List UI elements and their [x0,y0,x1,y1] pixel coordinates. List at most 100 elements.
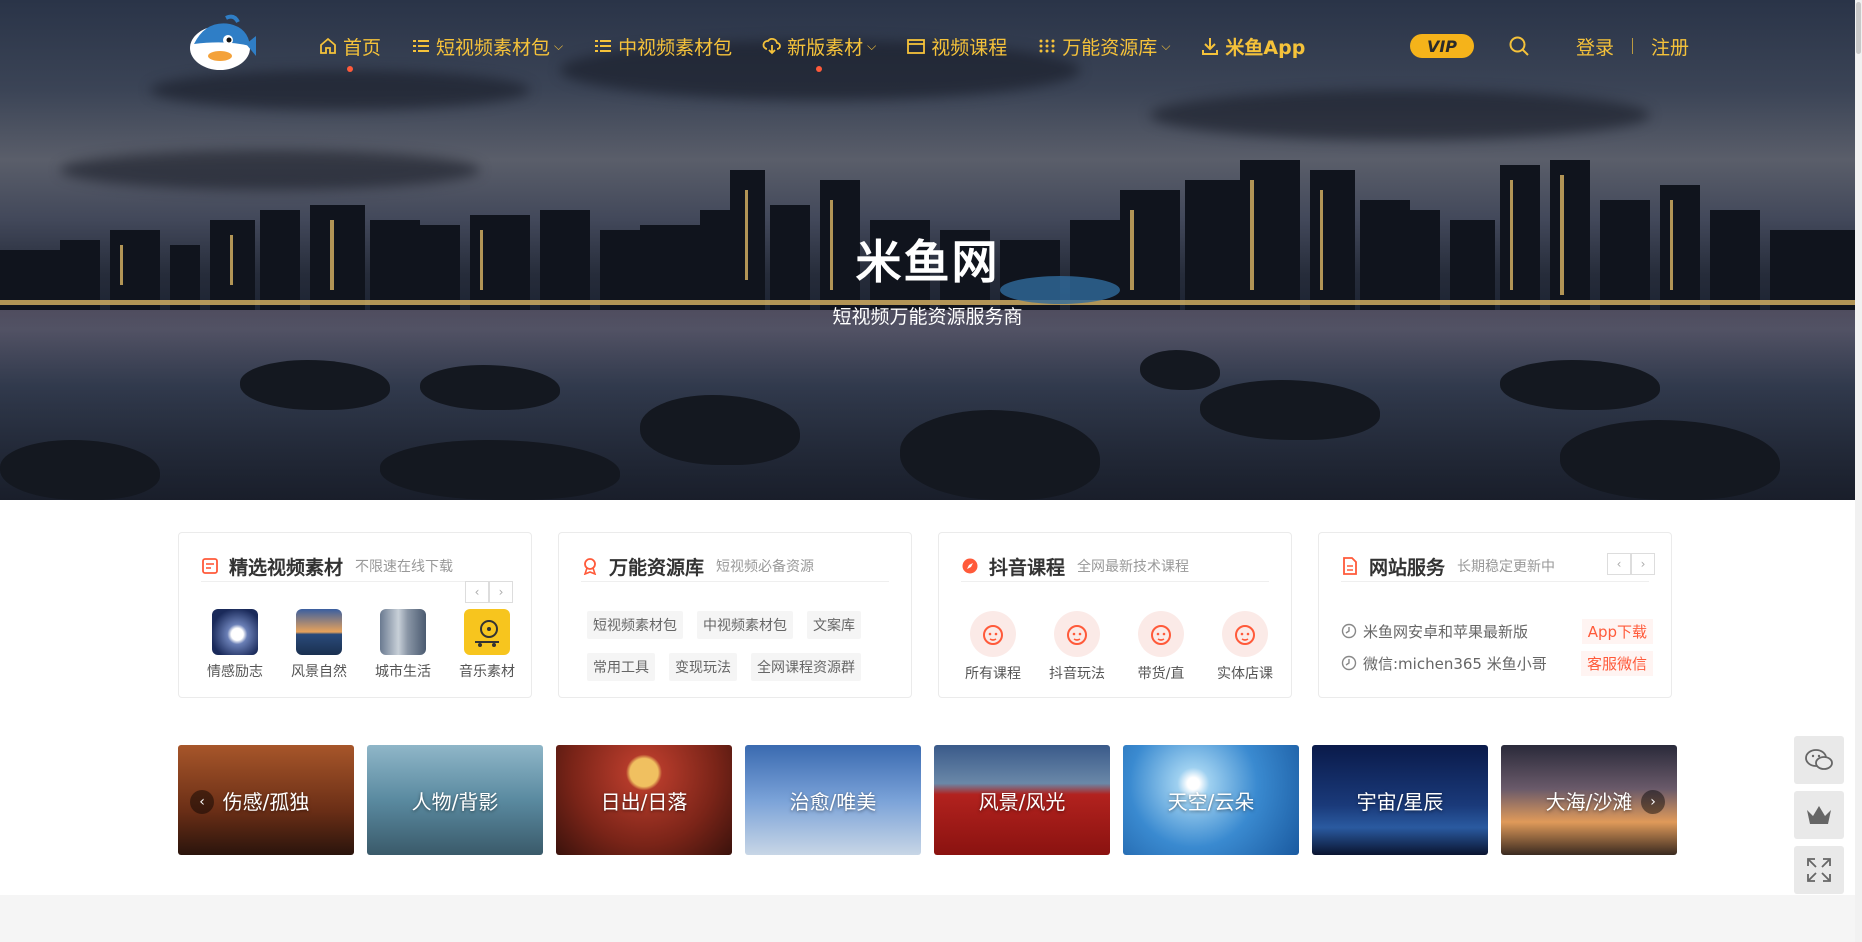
site-logo[interactable] [186,14,258,74]
resource-tag[interactable]: 全网课程资源群 [751,653,861,681]
emotion-thumbnail [212,609,258,655]
wechat-icon [1805,749,1833,770]
hero-subtitle: 短视频万能资源服务商 [832,306,1023,328]
category-tile[interactable]: 天空/云朵 [1123,745,1299,855]
nav-mid-video-label: 中视频素材包 [618,36,733,59]
grid-icon [1039,39,1055,53]
nav-resource-library-label: 万能资源库 [1062,36,1158,59]
film-reel-icon [475,620,499,647]
nav-app[interactable]: 米鱼App [1200,33,1305,60]
list-icon [595,40,612,52]
smiley-icon [1235,625,1255,645]
smiley-icon [983,625,1003,645]
nav-video-course-label: 视频课程 [931,36,1008,59]
floating-toolbar [1794,736,1844,901]
nav-mid-video[interactable]: 中视频素材包 [593,33,732,60]
service-row: 米鱼网安卓和苹果最新版 App下载 [1341,615,1653,647]
clock-icon [1341,623,1357,639]
nav-app-label: 米鱼App [1225,36,1306,59]
home-icon [320,37,336,54]
nav-video-course[interactable]: 视频课程 [906,33,1007,60]
clock-icon [1341,655,1357,671]
next-arrow-icon[interactable]: › [1631,553,1655,575]
category-tile[interactable]: 宇宙/星辰 [1312,745,1488,855]
city-thumbnail [380,609,426,655]
scrollbar[interactable] [1855,0,1862,942]
nav-resource-library[interactable]: 万能资源库 ⌵ [1037,33,1170,60]
course-item[interactable]: 所有课程 [951,611,1035,683]
video-category-item[interactable]: 情感励志 [193,609,277,681]
award-icon [583,558,597,575]
carousel-prev-icon[interactable]: ‹ [190,790,214,814]
nav-home[interactable]: 首页 [318,33,382,72]
feature-cards: 精选视频素材 不限速在线下载 ‹ › 情感励志 风景自然 城市生活 音乐素材 万… [178,532,1672,698]
card-title: 抖音课程 [989,556,1066,579]
card-resource-library: 万能资源库 短视频必备资源 短视频素材包 中视频素材包 文案库 常用工具 变现玩… [558,532,912,698]
active-dot [346,65,353,72]
top-navbar: 首页 短视频素材包 ⌵ 中视频素材包 新版素材 ⌵ 视频课程 万能资源库 ⌵ 米… [0,0,1855,92]
cloud-download-icon [762,38,781,55]
search-icon[interactable] [1508,35,1530,57]
category-tile[interactable]: 人物/背影 [367,745,543,855]
card-featured-video: 精选视频素材 不限速在线下载 ‹ › 情感励志 风景自然 城市生活 音乐素材 [178,532,532,698]
nav-short-video-label: 短视频素材包 [436,36,551,59]
nav-new-material[interactable]: 新版素材 ⌵ [762,33,877,72]
video-category-item[interactable]: 城市生活 [361,609,445,681]
card-douyin-course: 抖音课程 全网最新技术课程 所有课程 抖音玩法 带货/直 实体店课 [938,532,1292,698]
scrollbar-thumb[interactable] [1856,2,1861,54]
smiley-icon [1067,625,1087,645]
resource-tag[interactable]: 中视频素材包 [697,611,793,639]
category-tile[interactable]: 日出/日落 [556,745,732,855]
course-item[interactable]: 实体店课 [1203,611,1287,683]
resource-tag[interactable]: 短视频素材包 [587,611,683,639]
category-tile[interactable]: 风景/风光 [934,745,1110,855]
video-category-item[interactable]: 风景自然 [277,609,361,681]
card-subtitle: 短视频必备资源 [716,559,815,575]
course-item[interactable]: 带货/直 [1119,611,1203,683]
chevron-down-icon: ⌵ [867,38,877,53]
vip-crown-button[interactable] [1794,791,1844,839]
login-link[interactable]: 登录 [1576,33,1614,60]
chevron-down-icon: ⌵ [1161,38,1171,53]
resource-tag[interactable]: 常用工具 [587,653,655,681]
next-arrow-icon[interactable]: › [489,581,513,603]
fullscreen-icon [1807,858,1831,882]
music-thumbnail [464,609,510,655]
wechat-button[interactable] [1794,736,1844,784]
category-carousel: ‹ 伤感/孤独 人物/背影 日出/日落 治愈/唯美 风景/风光 天空/云朵 宇宙… [178,745,1677,855]
nav-short-video[interactable]: 短视频素材包 ⌵ [411,33,563,60]
compass-icon [962,558,978,574]
carousel-next-icon[interactable]: › [1641,790,1665,814]
card-title: 精选视频素材 [229,556,344,579]
smiley-icon [1151,625,1171,645]
category-tile[interactable]: 大海/沙滩 › [1501,745,1677,855]
course-item[interactable]: 抖音玩法 [1035,611,1119,683]
card-site-service: 网站服务 长期稳定更新中 ‹ › 米鱼网安卓和苹果最新版 App下载 微信:mic… [1318,532,1672,698]
service-wechat-button[interactable]: 客服微信 [1580,650,1653,676]
register-link[interactable]: 注册 [1651,33,1689,60]
service-row: 微信:michen365 米鱼小哥 客服微信 [1341,647,1653,679]
nav-home-label: 首页 [343,36,382,59]
list-icon [413,40,430,52]
download-icon [1202,38,1219,55]
prev-arrow-icon[interactable]: ‹ [1607,553,1631,575]
vip-badge[interactable]: VIP [1410,34,1474,58]
fullscreen-button[interactable] [1794,846,1844,894]
category-tile[interactable]: 治愈/唯美 [745,745,921,855]
divider [1632,38,1634,54]
landscape-thumbnail [296,609,342,655]
card-pager: ‹ › [1607,553,1655,575]
resource-tag[interactable]: 变现玩法 [669,653,737,681]
chevron-down-icon: ⌵ [554,38,564,53]
resource-tag[interactable]: 文案库 [807,611,861,639]
card-pager: ‹ › [465,581,513,603]
app-download-button[interactable]: App下载 [1581,618,1653,644]
prev-arrow-icon[interactable]: ‹ [465,581,489,603]
nav-new-material-label: 新版素材 [787,36,864,59]
category-tile[interactable]: ‹ 伤感/孤独 [178,745,354,855]
file-icon [1343,557,1357,575]
window-icon [907,39,926,54]
video-category-item[interactable]: 音乐素材 [445,609,529,681]
card-subtitle: 全网最新技术课程 [1077,559,1190,575]
hero-title: 米鱼网 [855,235,1000,289]
